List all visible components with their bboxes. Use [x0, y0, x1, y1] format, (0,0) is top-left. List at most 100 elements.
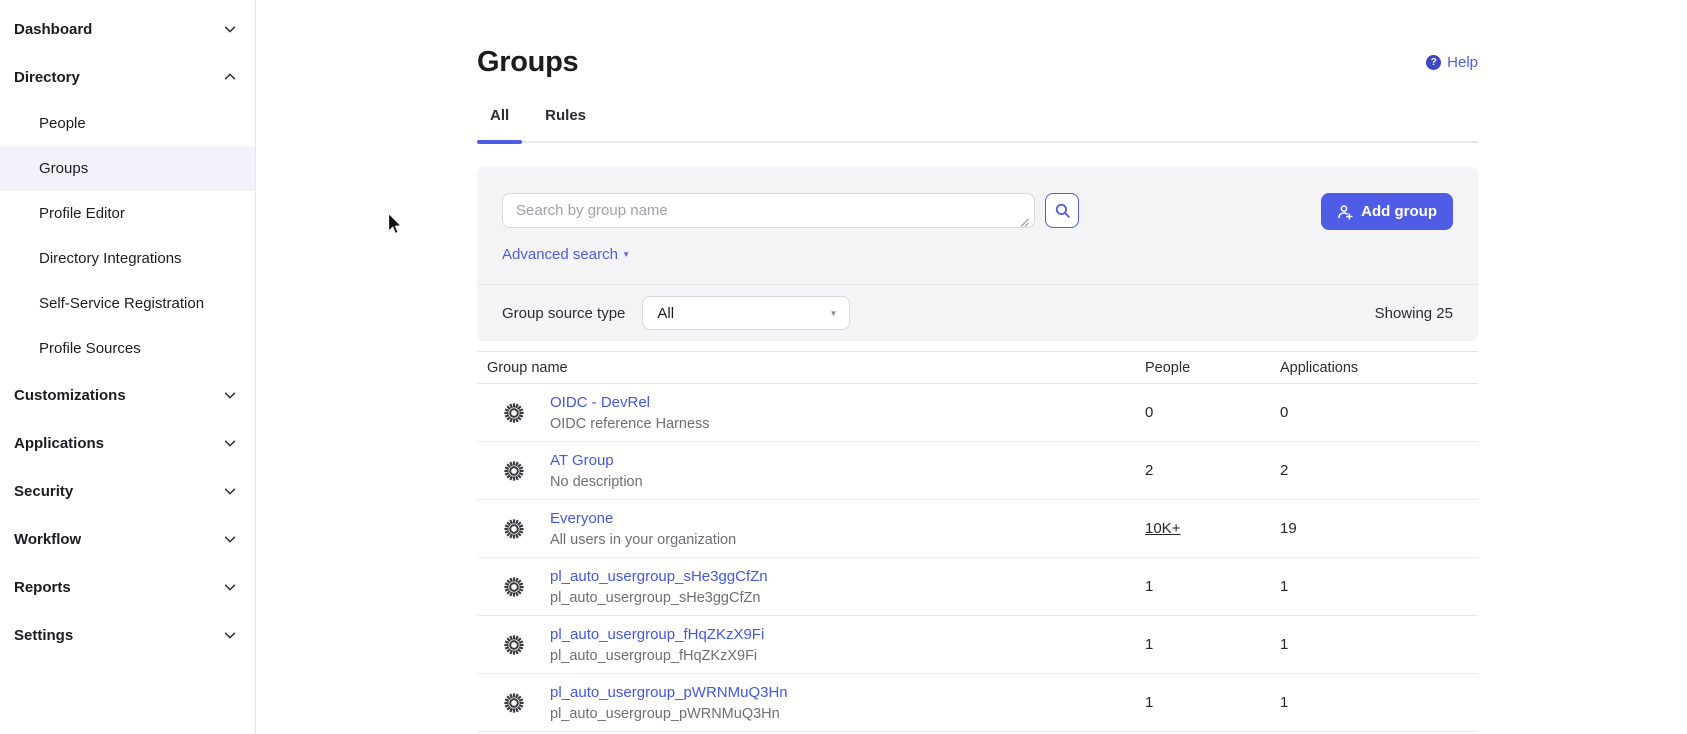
advanced-search-label: Advanced search: [502, 246, 618, 263]
group-name-link[interactable]: AT Group: [550, 452, 614, 469]
people-count: 0: [1145, 404, 1280, 421]
column-header-group-name: Group name: [477, 360, 1145, 376]
page-header: Groups ? Help: [477, 0, 1478, 79]
help-question-icon: ?: [1426, 55, 1441, 70]
sidebar-item-customizations[interactable]: Customizations: [0, 371, 255, 419]
column-header-applications: Applications: [1280, 360, 1478, 376]
help-link[interactable]: ? Help: [1426, 54, 1478, 71]
group-gear-icon: [503, 460, 525, 482]
sidebar-item-dashboard[interactable]: Dashboard: [0, 5, 255, 53]
groups-table: Group name People Applications OIDC - De…: [477, 351, 1478, 732]
group-gear-icon: [503, 576, 525, 598]
add-group-button[interactable]: Add group: [1321, 193, 1453, 230]
sidebar-item-profile-sources[interactable]: Profile Sources: [0, 326, 255, 371]
sidebar-item-label: Workflow: [14, 531, 81, 548]
group-name-link[interactable]: pl_auto_usergroup_fHqZKzX9Fi: [550, 626, 764, 643]
table-row: Everyone All users in your organization …: [477, 500, 1478, 558]
group-description: OIDC reference Harness: [550, 416, 710, 432]
group-description: pl_auto_usergroup_fHqZKzX9Fi: [550, 648, 764, 664]
chevron-down-icon: [223, 628, 237, 642]
sidebar-item-profile-editor[interactable]: Profile Editor: [0, 191, 255, 236]
chevron-down-icon: [223, 484, 237, 498]
chevron-up-icon: [223, 70, 237, 84]
sidebar-item-label: Directory Integrations: [39, 250, 182, 267]
group-gear-icon: [503, 634, 525, 656]
applications-count: 19: [1280, 520, 1478, 537]
advanced-search-link[interactable]: Advanced search ▾: [502, 246, 628, 263]
add-group-label: Add group: [1361, 203, 1437, 220]
chevron-down-icon: [223, 22, 237, 36]
table-header: Group name People Applications: [477, 351, 1478, 384]
caret-down-icon: ▼: [829, 309, 837, 318]
sidebar-item-reports[interactable]: Reports: [0, 563, 255, 611]
group-description: No description: [550, 474, 643, 490]
group-description: All users in your organization: [550, 532, 736, 548]
sidebar-item-self-service-registration[interactable]: Self-Service Registration: [0, 281, 255, 326]
search-box: [502, 193, 1035, 228]
filter-panel: Add group Advanced search ▾ Group source…: [477, 167, 1478, 341]
source-type-select[interactable]: All ▼: [642, 296, 850, 330]
table-row: OIDC - DevRel OIDC reference Harness 0 0: [477, 384, 1478, 442]
sidebar-item-label: Customizations: [14, 387, 126, 404]
sidebar-nav: Dashboard Directory People Groups Profil…: [0, 0, 256, 734]
people-count: 1: [1145, 694, 1280, 711]
sidebar-item-directory[interactable]: Directory: [0, 53, 255, 101]
chevron-down-icon: [223, 580, 237, 594]
tab-rules[interactable]: Rules: [532, 107, 599, 141]
chevron-down-icon: [223, 436, 237, 450]
sidebar-item-people[interactable]: People: [0, 101, 255, 146]
tab-all[interactable]: All: [477, 107, 522, 141]
sidebar-item-workflow[interactable]: Workflow: [0, 515, 255, 563]
group-name-link[interactable]: OIDC - DevRel: [550, 394, 650, 411]
table-row: AT Group No description 2 2: [477, 442, 1478, 500]
filter-row: Group source type All ▼ Showing 25: [477, 285, 1478, 341]
group-name-link[interactable]: pl_auto_usergroup_pWRNMuQ3Hn: [550, 684, 788, 701]
sidebar-item-label: Profile Editor: [39, 205, 125, 222]
sidebar-item-label: Profile Sources: [39, 340, 141, 357]
group-gear-icon: [503, 692, 525, 714]
column-header-people: People: [1145, 360, 1280, 376]
applications-count: 1: [1280, 636, 1478, 653]
people-count: 1: [1145, 578, 1280, 595]
sidebar-item-label: Dashboard: [14, 21, 92, 38]
people-count: 1: [1145, 636, 1280, 653]
page-title: Groups: [477, 46, 578, 79]
sidebar-item-label: Applications: [14, 435, 104, 452]
sidebar-item-security[interactable]: Security: [0, 467, 255, 515]
applications-count: 1: [1280, 694, 1478, 711]
source-type-label: Group source type: [502, 305, 625, 322]
search-input[interactable]: [502, 193, 1035, 228]
sidebar-item-label: Self-Service Registration: [39, 295, 204, 312]
applications-count: 0: [1280, 404, 1478, 421]
sidebar-item-label: Settings: [14, 627, 73, 644]
table-row: pl_auto_usergroup_fHqZKzX9Fi pl_auto_use…: [477, 616, 1478, 674]
tab-bar: All Rules: [477, 107, 1478, 143]
search-button[interactable]: [1045, 193, 1079, 228]
group-description: pl_auto_usergroup_sHe3ggCfZn: [550, 590, 768, 606]
caret-down-icon: ▾: [624, 250, 629, 259]
source-type-value: All: [657, 305, 674, 322]
sidebar-item-settings[interactable]: Settings: [0, 611, 255, 659]
sidebar-item-label: Groups: [39, 160, 88, 177]
people-count-link[interactable]: 10K+: [1145, 520, 1180, 537]
sidebar-item-applications[interactable]: Applications: [0, 419, 255, 467]
sidebar-item-label: Security: [14, 483, 73, 500]
sidebar-item-label: Reports: [14, 579, 71, 596]
search-section: Add group Advanced search ▾: [477, 167, 1478, 284]
user-add-icon: [1337, 204, 1353, 220]
sidebar-item-groups[interactable]: Groups: [0, 146, 255, 191]
group-description: pl_auto_usergroup_pWRNMuQ3Hn: [550, 706, 788, 722]
group-gear-icon: [503, 402, 525, 424]
people-count: 2: [1145, 462, 1280, 479]
sidebar-item-label: People: [39, 115, 86, 132]
applications-count: 1: [1280, 578, 1478, 595]
group-name-link[interactable]: pl_auto_usergroup_sHe3ggCfZn: [550, 568, 768, 585]
main-content: Groups ? Help All Rules: [256, 0, 1687, 734]
showing-count: Showing 25: [1375, 305, 1453, 322]
table-row: pl_auto_usergroup_sHe3ggCfZn pl_auto_use…: [477, 558, 1478, 616]
group-name-link[interactable]: Everyone: [550, 510, 613, 527]
okta-admin-app: Dashboard Directory People Groups Profil…: [0, 0, 1687, 734]
applications-count: 2: [1280, 462, 1478, 479]
sidebar-item-directory-integrations[interactable]: Directory Integrations: [0, 236, 255, 281]
help-link-label: Help: [1447, 54, 1478, 71]
